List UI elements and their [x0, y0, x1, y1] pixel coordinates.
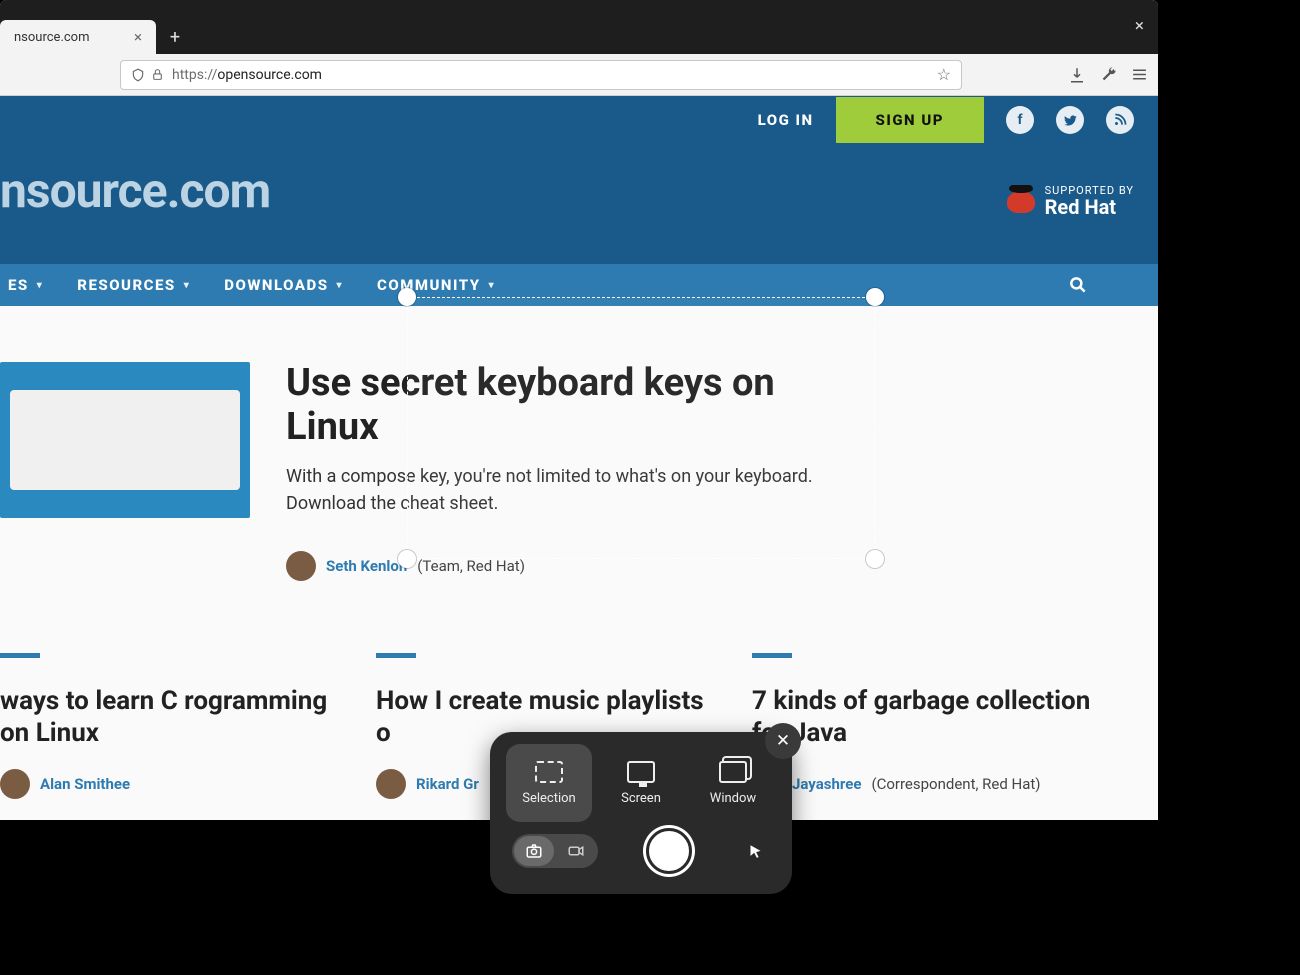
- bookmark-star-icon[interactable]: ☆: [937, 65, 951, 84]
- selection-handle-tr[interactable]: [866, 288, 884, 306]
- login-link[interactable]: LOG IN: [758, 111, 814, 129]
- still-capture-option[interactable]: [514, 836, 554, 866]
- tab-title: nsource.com: [14, 30, 90, 45]
- supported-by-redhat[interactable]: SUPPORTED BY Red Hat: [1007, 184, 1134, 219]
- signup-button[interactable]: SIGN UP: [836, 97, 984, 143]
- nav-label: DOWNLOADS: [224, 276, 328, 294]
- article-card[interactable]: 7 kinds of garbage collection for Java J…: [752, 653, 1092, 798]
- nav-item-articles[interactable]: ES ▾: [0, 276, 51, 294]
- camera-icon: [525, 842, 543, 860]
- chevron-down-icon: ▾: [184, 280, 191, 291]
- article-card[interactable]: ways to learn C rogramming on Linux Alan…: [0, 653, 340, 798]
- wrench-icon[interactable]: [1100, 66, 1117, 83]
- screenshot-selection-rect[interactable]: [407, 297, 875, 559]
- video-capture-option[interactable]: [556, 836, 596, 866]
- site-topbar: LOG IN SIGN UP f: [0, 96, 1158, 144]
- redhat-fedora-icon: [1007, 191, 1035, 213]
- capture-shutter-button[interactable]: [646, 828, 692, 874]
- selection-rect-icon: [535, 761, 563, 783]
- card-accent-bar: [752, 653, 792, 658]
- hero-image[interactable]: [0, 362, 250, 518]
- browser-tab[interactable]: nsource.com ×: [0, 20, 156, 54]
- site-header: nsource.com SUPPORTED BY Red Hat: [0, 144, 1158, 264]
- tab-close-button[interactable]: ×: [130, 26, 146, 48]
- chevron-down-icon: ▾: [337, 280, 344, 291]
- desktop: nsource.com × + × https://opensource.com…: [0, 0, 1300, 975]
- rss-icon[interactable]: [1106, 106, 1134, 134]
- url-scheme: https://: [172, 67, 217, 83]
- chevron-down-icon: ▾: [37, 280, 44, 291]
- nav-item-community[interactable]: COMMUNITY ▾: [369, 276, 503, 294]
- still-video-toggle: [512, 834, 598, 868]
- toolbar-right-icons: [1068, 66, 1148, 84]
- avatar: [0, 769, 30, 799]
- screenshot-toolbar: ✕ Selection Screen Window: [490, 732, 792, 894]
- chevron-down-icon: ▾: [489, 280, 496, 291]
- selection-handle-tl[interactable]: [398, 288, 416, 306]
- screen-icon: [627, 761, 655, 783]
- sidebar-panel-close[interactable]: ×: [1135, 16, 1144, 36]
- avatar[interactable]: [286, 551, 316, 581]
- shield-icon: [131, 68, 145, 82]
- redhat-text: SUPPORTED BY Red Hat: [1045, 184, 1134, 219]
- url-host: opensource.com: [217, 67, 322, 83]
- capture-action-row: [490, 822, 792, 874]
- author-role: (Correspondent, Red Hat): [871, 775, 1040, 793]
- cursor-icon: [748, 844, 763, 859]
- author-role: (Team, Red Hat): [417, 557, 525, 575]
- mode-screen-label: Screen: [621, 791, 661, 806]
- facebook-icon[interactable]: f: [1006, 106, 1034, 134]
- video-icon: [567, 842, 585, 860]
- hamburger-menu-icon[interactable]: [1131, 66, 1148, 83]
- nav-search-icon[interactable]: [1068, 275, 1088, 295]
- nav-label: ES: [8, 276, 29, 294]
- author-name[interactable]: Alan Smithee: [40, 775, 130, 793]
- capture-mode-row: Selection Screen Window: [490, 732, 792, 822]
- nav-item-resources[interactable]: RESOURCES ▾: [69, 276, 198, 294]
- author-name[interactable]: Seth Kenlon: [326, 557, 407, 575]
- site-logo[interactable]: nsource.com: [0, 162, 270, 219]
- lock-icon: [151, 68, 164, 81]
- card-title: 7 kinds of garbage collection for Java: [752, 686, 1092, 748]
- mode-window-button[interactable]: Window: [690, 744, 776, 822]
- url-text: https://opensource.com: [172, 67, 322, 83]
- window-icon: [719, 761, 747, 783]
- selection-handle-bl[interactable]: [398, 550, 416, 568]
- mode-selection-label: Selection: [522, 791, 575, 806]
- new-tab-button[interactable]: +: [160, 22, 190, 52]
- show-pointer-toggle[interactable]: [740, 844, 770, 859]
- avatar: [376, 769, 406, 799]
- redhat-label: Red Hat: [1045, 195, 1134, 219]
- mode-screen-button[interactable]: Screen: [598, 744, 684, 822]
- site-security-area[interactable]: [131, 68, 164, 82]
- screenshot-close-button[interactable]: ✕: [765, 723, 801, 759]
- card-accent-bar: [0, 653, 40, 658]
- twitter-icon[interactable]: [1056, 106, 1084, 134]
- author-name[interactable]: Rikard Gr: [416, 775, 479, 793]
- nav-item-downloads[interactable]: DOWNLOADS ▾: [216, 276, 351, 294]
- selection-handle-br[interactable]: [866, 550, 884, 568]
- card-title: ways to learn C rogramming on Linux: [0, 686, 340, 748]
- downloads-icon[interactable]: [1068, 66, 1086, 84]
- author-name[interactable]: Jayashree: [792, 775, 861, 793]
- nav-label: RESOURCES: [77, 276, 175, 294]
- url-box[interactable]: https://opensource.com ☆: [120, 60, 962, 90]
- card-accent-bar: [376, 653, 416, 658]
- tab-strip: nsource.com × + ×: [0, 0, 1158, 54]
- mode-window-label: Window: [710, 791, 756, 806]
- address-bar-row: https://opensource.com ☆: [0, 54, 1158, 96]
- nav-label: COMMUNITY: [377, 276, 481, 294]
- mode-selection-button[interactable]: Selection: [506, 744, 592, 822]
